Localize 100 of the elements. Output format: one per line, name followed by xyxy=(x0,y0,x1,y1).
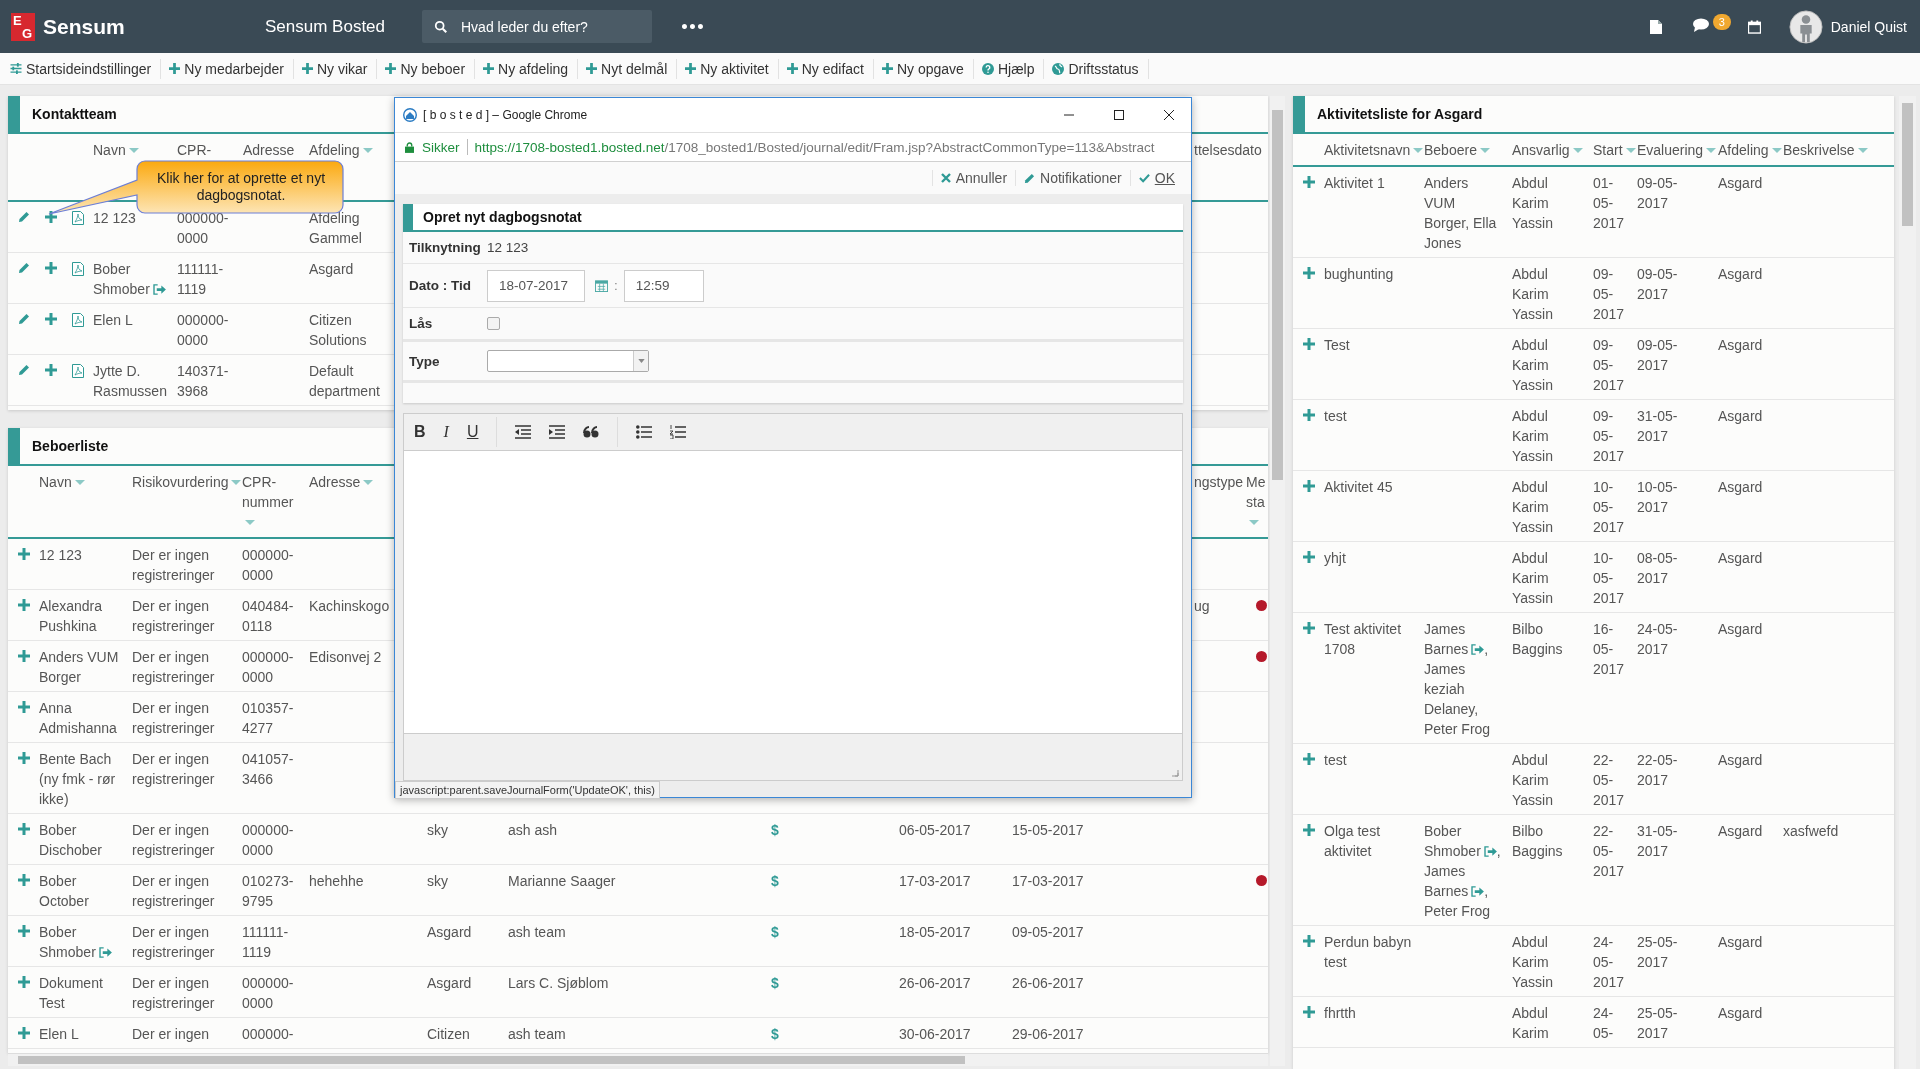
plus-icon[interactable] xyxy=(18,599,30,611)
plus-icon[interactable] xyxy=(45,364,57,376)
toolbar-link[interactable]: Hjælp xyxy=(973,58,1045,79)
toolbar-link[interactable]: Ny vikar xyxy=(293,58,378,79)
toolbar-link[interactable]: Ny afdeling xyxy=(475,58,579,79)
sort-icon[interactable] xyxy=(1857,148,1868,153)
plus-icon[interactable] xyxy=(1303,409,1315,421)
plus-icon[interactable] xyxy=(45,262,57,274)
column-header[interactable]: Beskrivelse xyxy=(1783,140,1855,160)
pdf-file-icon[interactable] xyxy=(72,211,84,225)
plus-icon[interactable] xyxy=(1303,622,1315,634)
toolbar-link[interactable]: Ny aktivitet xyxy=(677,58,779,79)
plus-icon[interactable] xyxy=(1303,824,1315,836)
sort-icon[interactable] xyxy=(1706,148,1717,153)
column-header[interactable]: Beboere xyxy=(1424,140,1477,160)
sort-icon[interactable] xyxy=(1249,520,1259,525)
numbered-list-icon[interactable] xyxy=(670,425,687,439)
plus-icon[interactable] xyxy=(18,752,30,764)
quote-icon[interactable] xyxy=(583,426,600,438)
sort-icon[interactable] xyxy=(362,148,373,153)
time-field[interactable]: 12:59 xyxy=(623,269,704,302)
column-header[interactable]: Navn xyxy=(93,140,126,160)
indent-icon[interactable] xyxy=(549,425,566,439)
chat-icon[interactable] xyxy=(1692,18,1709,32)
column-header[interactable]: ttelsesdato xyxy=(1194,140,1262,160)
search-icon[interactable] xyxy=(434,20,448,34)
check-icon[interactable] xyxy=(1138,173,1150,183)
search-field[interactable]: Hvad leder du efter? xyxy=(422,10,652,43)
plus-icon[interactable] xyxy=(1303,1006,1315,1018)
sort-icon[interactable] xyxy=(363,480,374,485)
toolbar-link[interactable]: Ny medarbejder xyxy=(161,58,294,79)
maximize-icon[interactable] xyxy=(1113,109,1125,121)
pencil-icon[interactable] xyxy=(18,211,30,223)
toolbar-link[interactable]: Ny opgave xyxy=(873,58,974,79)
column-header[interactable]: CPR-nummer xyxy=(242,472,309,512)
plus-icon[interactable] xyxy=(1303,338,1315,350)
plus-icon[interactable] xyxy=(18,925,30,937)
plus-icon[interactable] xyxy=(1303,551,1315,563)
plus-icon[interactable] xyxy=(1303,480,1315,492)
sort-icon[interactable] xyxy=(1413,148,1424,153)
type-dropdown[interactable] xyxy=(487,350,649,372)
plus-icon[interactable] xyxy=(1303,267,1315,279)
more-menu-button[interactable]: ••• xyxy=(680,18,704,35)
pencil-icon[interactable] xyxy=(18,364,30,376)
column-header[interactable]: Me sta xyxy=(1246,472,1268,512)
column-header[interactable]: Afdeling xyxy=(309,140,360,160)
toolbar-link[interactable]: Ny edifact xyxy=(778,58,874,79)
sort-icon[interactable] xyxy=(1771,148,1782,153)
sort-icon[interactable] xyxy=(1572,148,1583,153)
avatar-icon[interactable] xyxy=(1788,9,1823,44)
action-link[interactable]: Notifikationer xyxy=(1040,170,1122,186)
sort-icon[interactable] xyxy=(128,148,139,153)
document-icon[interactable] xyxy=(1649,19,1662,34)
format-button[interactable]: U xyxy=(466,423,479,441)
pencil-icon[interactable] xyxy=(18,262,30,274)
bullet-list-icon[interactable] xyxy=(636,425,653,439)
column-header[interactable]: Evaluering xyxy=(1637,140,1704,160)
sort-icon[interactable] xyxy=(245,520,255,525)
toolbar-link[interactable]: Startsideindstillinger xyxy=(2,58,162,79)
plus-icon[interactable] xyxy=(18,874,30,886)
scrollbar[interactable] xyxy=(1899,96,1916,1069)
dropdown-arrow-icon[interactable] xyxy=(637,359,645,363)
pdf-file-icon[interactable] xyxy=(72,262,84,276)
column-header[interactable]: Risikovurdering xyxy=(132,472,229,492)
pdf-file-icon[interactable] xyxy=(72,313,84,327)
plus-icon[interactable] xyxy=(18,976,30,988)
column-header[interactable]: Start xyxy=(1593,140,1623,160)
action-link[interactable]: Annuller xyxy=(955,170,1008,186)
scrollbar[interactable] xyxy=(8,1053,1268,1066)
pencil-icon[interactable] xyxy=(18,313,30,325)
close-icon[interactable] xyxy=(1163,109,1175,121)
plus-icon[interactable] xyxy=(45,211,57,223)
outdent-icon[interactable] xyxy=(515,425,532,439)
plus-icon[interactable] xyxy=(1303,935,1315,947)
action-link[interactable]: OK xyxy=(1154,170,1175,186)
calendar-icon[interactable] xyxy=(1747,19,1761,34)
plus-icon[interactable] xyxy=(18,701,30,713)
pdf-file-icon[interactable] xyxy=(72,364,84,378)
user-name[interactable]: Daniel Quist xyxy=(1830,18,1907,35)
pencil-icon[interactable] xyxy=(1024,172,1036,184)
toolbar-link[interactable]: Ny beboer xyxy=(377,58,476,79)
sort-icon[interactable] xyxy=(1479,148,1490,153)
sort-icon[interactable] xyxy=(74,480,85,485)
column-header[interactable]: CPR- xyxy=(177,140,212,160)
toolbar-link[interactable]: Nyt delmål xyxy=(578,58,678,79)
column-header[interactable]: Adresse xyxy=(243,140,295,160)
column-header[interactable]: Aktivitetsnavn xyxy=(1324,140,1411,160)
resize-grip-icon[interactable] xyxy=(1171,769,1179,777)
plus-icon[interactable] xyxy=(18,650,30,662)
column-header[interactable]: ngstype xyxy=(1194,472,1244,492)
column-header[interactable]: Afdeling xyxy=(1718,140,1769,160)
plus-icon[interactable] xyxy=(1303,176,1315,188)
plus-icon[interactable] xyxy=(18,1027,30,1039)
plus-icon[interactable] xyxy=(1303,753,1315,765)
format-button[interactable]: I xyxy=(443,423,449,441)
format-button[interactable]: B xyxy=(414,423,426,441)
column-header[interactable]: Ansvarlig xyxy=(1512,140,1570,160)
sort-icon[interactable] xyxy=(231,480,242,485)
scrollbar[interactable] xyxy=(1270,96,1285,1066)
sort-icon[interactable] xyxy=(1625,148,1636,153)
